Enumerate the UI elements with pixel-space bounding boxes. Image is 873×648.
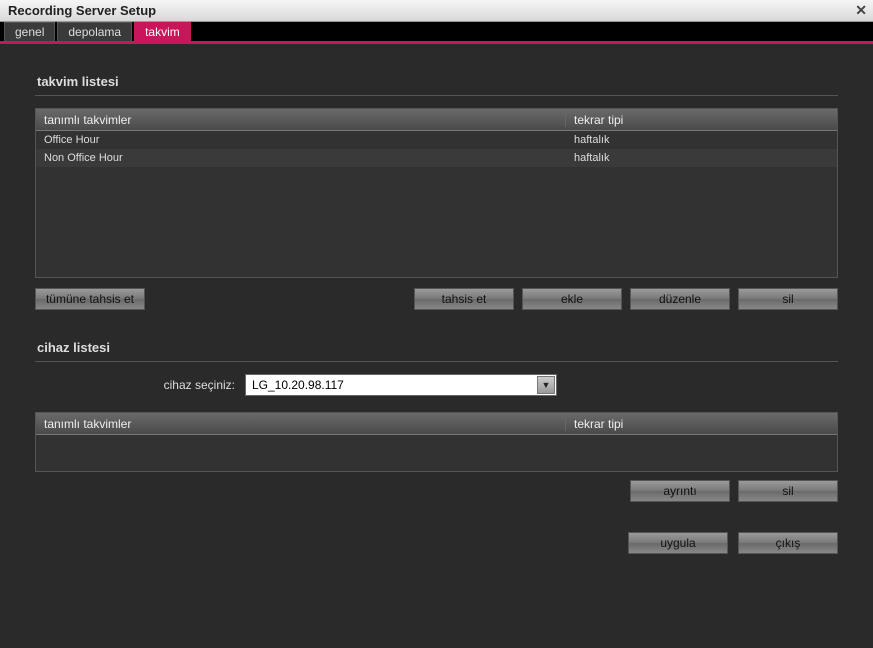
device-select-label: cihaz seçiniz: <box>35 378 245 392</box>
device-select-row: cihaz seçiniz: ▼ <box>35 374 838 396</box>
device-section: cihaz listesi cihaz seçiniz: ▼ tanımlı t… <box>35 340 838 502</box>
allocate-button[interactable]: tahsis et <box>414 288 514 310</box>
device-select[interactable] <box>245 374 557 396</box>
tabbar: genel depolama takvim <box>0 22 873 44</box>
add-button[interactable]: ekle <box>522 288 622 310</box>
col-header-name[interactable]: tanımlı takvimler <box>36 113 566 127</box>
window-title: Recording Server Setup <box>8 3 156 18</box>
cell-type: haftalık <box>566 134 837 146</box>
calendar-section-title: takvim listesi <box>35 74 838 89</box>
edit-button[interactable]: düzenle <box>630 288 730 310</box>
device-table-header: tanımlı takvimler tekrar tipi <box>36 413 837 435</box>
calendar-section: takvim listesi tanımlı takvimler tekrar … <box>35 74 838 310</box>
calendar-table-body: Office Hour haftalık Non Office Hour haf… <box>36 131 837 167</box>
allocate-all-button[interactable]: tümüne tahsis et <box>35 288 145 310</box>
content-area: takvim listesi tanımlı takvimler tekrar … <box>0 44 873 574</box>
cell-name: Office Hour <box>36 134 566 146</box>
cell-type: haftalık <box>566 152 837 164</box>
device-select-wrap: ▼ <box>245 374 557 396</box>
delete-device-button[interactable]: sil <box>738 480 838 502</box>
footer-buttons: uygula çıkış <box>35 532 838 554</box>
table-row[interactable]: Office Hour haftalık <box>36 131 837 149</box>
apply-button[interactable]: uygula <box>628 532 728 554</box>
calendar-buttons: tümüne tahsis et tahsis et ekle düzenle … <box>35 288 838 310</box>
tab-genel[interactable]: genel <box>4 22 55 41</box>
exit-button[interactable]: çıkış <box>738 532 838 554</box>
table-row[interactable]: Non Office Hour haftalık <box>36 149 837 167</box>
divider <box>35 95 838 96</box>
device-buttons: ayrıntı sil <box>35 480 838 502</box>
col-header-type[interactable]: tekrar tipi <box>566 113 837 127</box>
detail-button[interactable]: ayrıntı <box>630 480 730 502</box>
cell-name: Non Office Hour <box>36 152 566 164</box>
calendar-table-header: tanımlı takvimler tekrar tipi <box>36 109 837 131</box>
col-header-type[interactable]: tekrar tipi <box>566 417 837 431</box>
tab-takvim[interactable]: takvim <box>134 22 191 41</box>
close-icon[interactable]: ✕ <box>855 2 867 19</box>
tab-depolama[interactable]: depolama <box>57 22 132 41</box>
divider <box>35 361 838 362</box>
col-header-name[interactable]: tanımlı takvimler <box>36 417 566 431</box>
titlebar: Recording Server Setup ✕ <box>0 0 873 22</box>
device-section-title: cihaz listesi <box>35 340 838 355</box>
delete-button[interactable]: sil <box>738 288 838 310</box>
calendar-table: tanımlı takvimler tekrar tipi Office Hou… <box>35 108 838 278</box>
device-table: tanımlı takvimler tekrar tipi <box>35 412 838 472</box>
